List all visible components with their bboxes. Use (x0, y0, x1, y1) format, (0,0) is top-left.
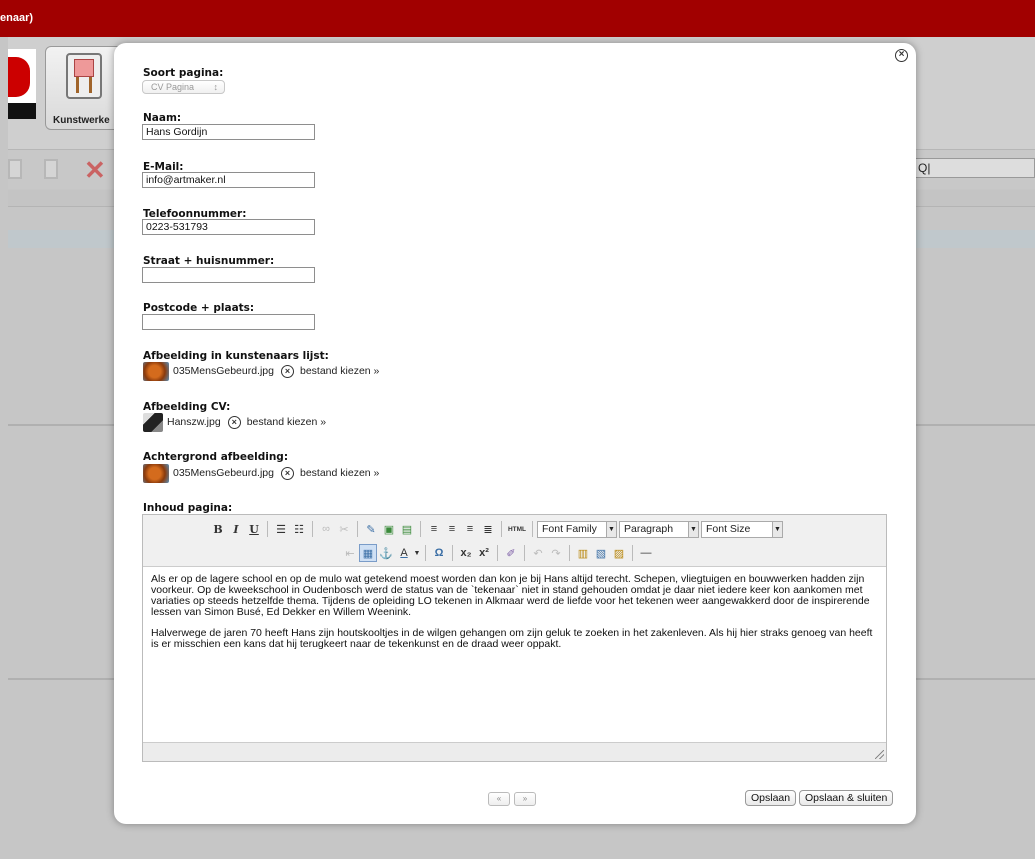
postcode-label: Postcode + plaats: (143, 302, 255, 314)
cv-image-row: Hanszw.jpg × bestand kiezen » (143, 412, 326, 432)
editor-status-bar (143, 742, 886, 761)
editor-toolbar-row-1: B I U ☰ ☷ ∞ ✂ ✎ ▣ ▤ ≡ ≡ ≡ ≣ HTML Font Fa… (209, 519, 785, 539)
app-top-bar: enaar) (0, 0, 1035, 37)
editor-toolbar: B I U ☰ ☷ ∞ ✂ ✎ ▣ ▤ ≡ ≡ ≡ ≣ HTML Font Fa… (143, 515, 886, 567)
subscript-button[interactable]: x₂ (457, 544, 475, 562)
phone-field[interactable] (142, 219, 315, 235)
font-family-select[interactable]: Font Family ▼ (537, 520, 617, 538)
special-char-button[interactable]: Ω (430, 544, 448, 562)
save-close-button[interactable]: Opslaan & sluiten (799, 790, 894, 806)
cleanup-icon[interactable]: ✐ (502, 544, 520, 562)
editor-content-area[interactable]: Als er op de lagere school en op de mulo… (143, 568, 886, 740)
page-type-value: CV Pagina (151, 82, 195, 92)
link-icon[interactable]: ∞ (317, 520, 335, 538)
format-value: Paragraph (624, 522, 674, 535)
street-label: Straat + huisnummer: (143, 255, 275, 267)
background-image-label: Achtergrond afbeelding: (143, 451, 289, 463)
background-image-thumbnail (143, 463, 169, 483)
remove-list-image-icon[interactable]: × (281, 364, 294, 378)
chevron-down-icon: ▼ (772, 521, 782, 537)
undo-icon[interactable]: ↶ (529, 544, 547, 562)
choose-background-image-link[interactable]: bestand kiezen » (300, 467, 379, 479)
edit-icon[interactable] (8, 159, 22, 179)
html-source-button[interactable]: HTML (506, 520, 528, 538)
remove-cv-image-icon[interactable]: × (227, 415, 241, 429)
unlink-icon[interactable]: ✂ (335, 520, 353, 538)
paste-text-icon[interactable]: ▧ (592, 544, 610, 562)
page-type-label: Soort pagina: (143, 67, 224, 79)
image-icon[interactable]: ▣ (380, 520, 398, 538)
rich-text-editor: B I U ☰ ☷ ∞ ✂ ✎ ▣ ▤ ≡ ≡ ≡ ≣ HTML Font Fa… (142, 514, 887, 762)
bold-button[interactable]: B (209, 520, 227, 538)
next-button[interactable]: » (514, 792, 536, 806)
format-select[interactable]: Paragraph ▼ (619, 520, 699, 538)
list-image-filename: 035MensGebeurd.jpg (173, 365, 274, 377)
delete-icon[interactable]: ✕ (84, 157, 106, 183)
italic-button[interactable]: I (227, 520, 245, 538)
paste-word-icon[interactable]: ▨ (610, 544, 628, 562)
background-image-row: 035MensGebeurd.jpg × bestand kiezen » (143, 463, 379, 483)
page-type-select[interactable]: CV Pagina ↕ (142, 80, 225, 94)
underline-button[interactable]: U (245, 520, 263, 538)
kunstwerken-tile[interactable]: Kunstwerke (45, 46, 125, 130)
close-icon[interactable]: × (895, 49, 908, 62)
bullet-list-icon[interactable]: ☰ (272, 520, 290, 538)
anchor-icon[interactable]: ⚓ (377, 544, 395, 562)
editor-toolbar-row-2: ⇤ ▦ ⚓ A ▼ Ω x₂ x² ✐ ↶ ↷ ▥ ▧ ▨ — (341, 543, 655, 563)
remove-background-image-icon[interactable]: × (281, 466, 294, 480)
street-field[interactable] (142, 267, 315, 283)
media-icon[interactable]: ▤ (398, 520, 416, 538)
kunstwerken-tile-label: Kunstwerke (53, 115, 110, 126)
align-left-icon[interactable]: ≡ (425, 520, 443, 538)
postcode-field[interactable] (142, 314, 315, 330)
outdent-icon[interactable]: ⇤ (341, 544, 359, 562)
align-justify-icon[interactable]: ≣ (479, 520, 497, 538)
cv-image-filename: Hanszw.jpg (167, 416, 221, 428)
redo-icon[interactable]: ↷ (547, 544, 565, 562)
content-paragraph-1: Als er op de lagere school en op de mulo… (151, 573, 870, 618)
chevron-down-icon: ▼ (688, 521, 698, 537)
copy-icon[interactable] (44, 159, 58, 179)
edit-html-icon[interactable]: ✎ (362, 520, 380, 538)
horizontal-rule-button[interactable]: — (637, 544, 655, 562)
chevron-down-icon: ▼ (606, 521, 616, 537)
font-size-select[interactable]: Font Size ▼ (701, 520, 783, 538)
font-size-value: Font Size (706, 522, 751, 535)
cv-image-thumbnail (143, 412, 163, 432)
save-button[interactable]: Opslaan (745, 790, 797, 806)
app-logo (8, 49, 36, 119)
previous-button[interactable]: « (488, 792, 510, 806)
content-paragraph-2: Halverwege de jaren 70 heeft Hans zijn h… (151, 627, 873, 650)
font-family-value: Font Family (542, 522, 597, 535)
app-search-input[interactable]: Q| (914, 158, 1035, 178)
app-title: enaar) (0, 12, 34, 24)
cv-page-dialog: × Soort pagina: CV Pagina ↕ Naam: E-Mail… (114, 43, 916, 824)
select-arrows-icon: ↕ (213, 82, 219, 92)
choose-cv-image-link[interactable]: bestand kiezen » (247, 416, 326, 428)
email-field[interactable] (142, 172, 315, 188)
resize-grip-icon[interactable] (875, 750, 884, 759)
list-image-row: 035MensGebeurd.jpg × bestand kiezen » (143, 361, 379, 381)
table-icon[interactable]: ▦ (359, 544, 377, 562)
numbered-list-icon[interactable]: ☷ (290, 520, 308, 538)
easel-icon (66, 53, 102, 99)
list-image-thumbnail (143, 361, 169, 381)
content-label: Inhoud pagina: (143, 502, 233, 514)
text-color-icon[interactable]: A (395, 544, 413, 562)
choose-list-image-link[interactable]: bestand kiezen » (300, 365, 379, 377)
paste-icon[interactable]: ▥ (574, 544, 592, 562)
name-field[interactable] (142, 124, 315, 140)
align-center-icon[interactable]: ≡ (443, 520, 461, 538)
name-label: Naam: (143, 112, 182, 124)
background-image-filename: 035MensGebeurd.jpg (173, 467, 274, 479)
align-right-icon[interactable]: ≡ (461, 520, 479, 538)
chevron-down-icon[interactable]: ▼ (413, 544, 421, 562)
superscript-button[interactable]: x² (475, 544, 493, 562)
